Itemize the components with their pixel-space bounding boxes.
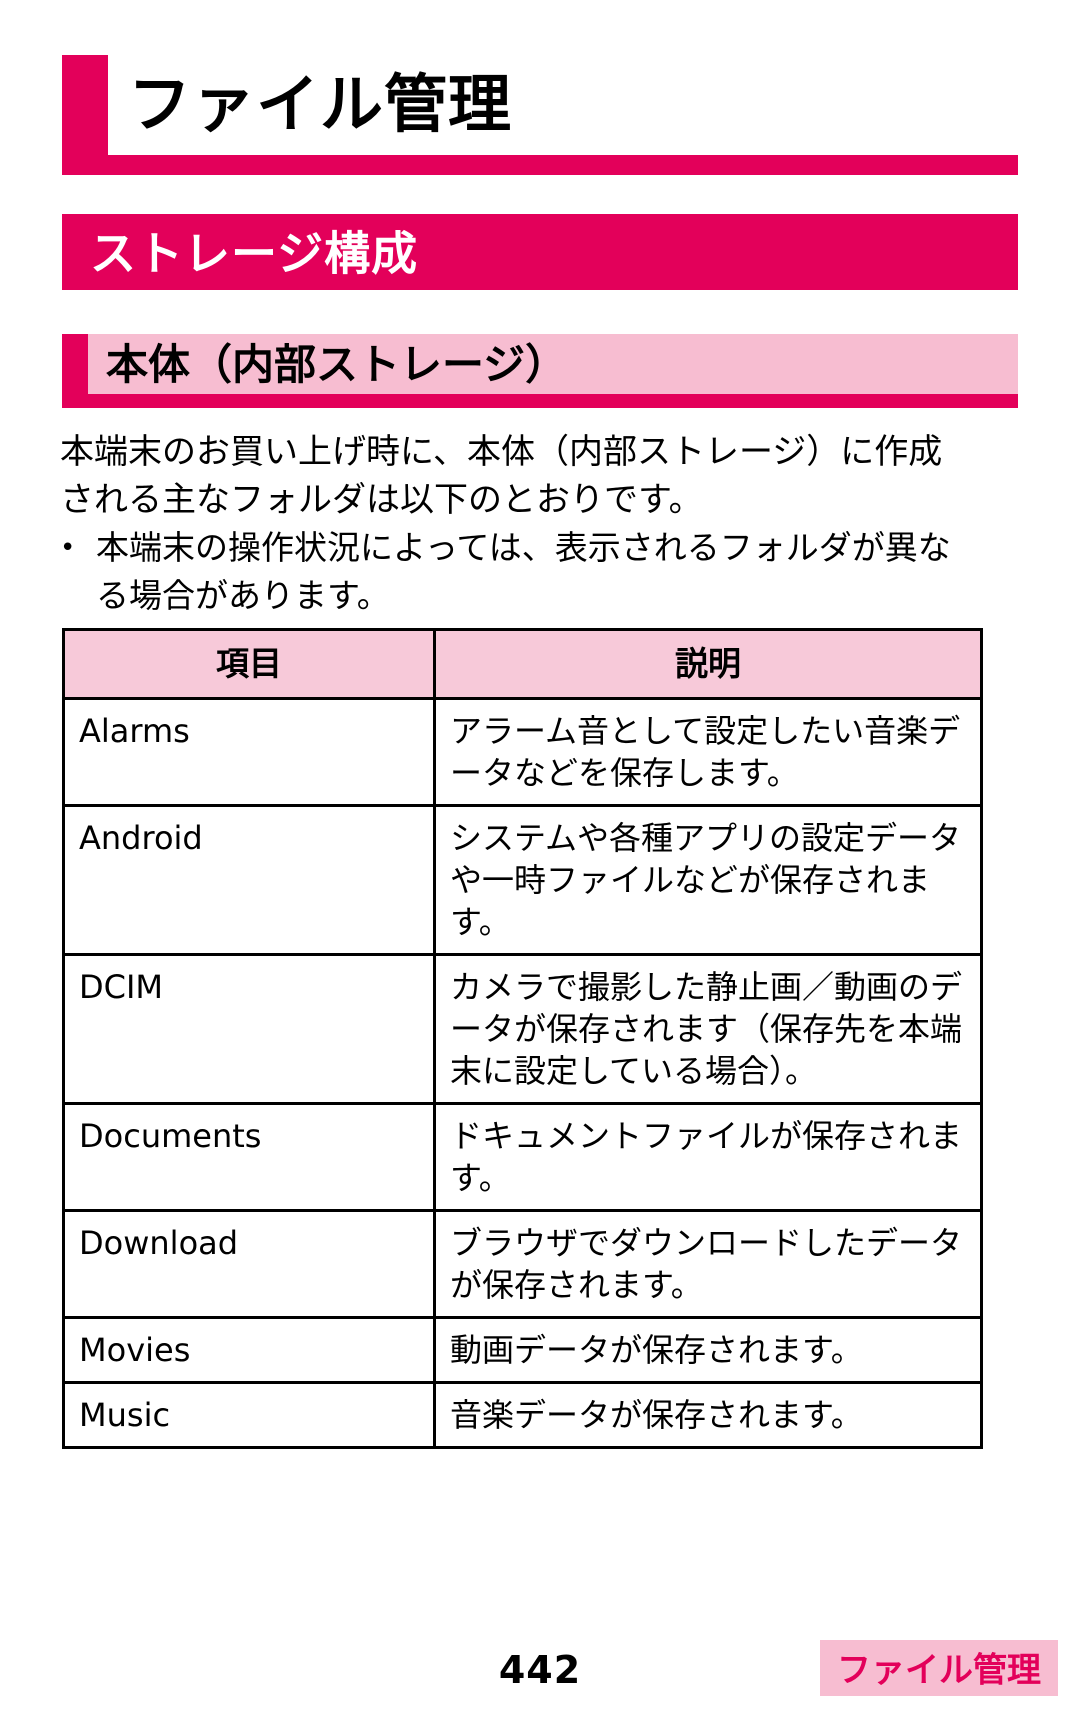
table-row: Android システムや各種アプリの設定データや一時ファイルなどが保存されます… xyxy=(62,804,983,956)
cell-description: 音楽データが保存されます。 xyxy=(433,1381,983,1449)
cell-item: Android xyxy=(62,804,436,956)
subsection-accent-tab xyxy=(62,334,88,408)
subsection-heading-label: 本体（内部ストレージ） xyxy=(106,340,568,389)
chapter-title: ファイル管理 xyxy=(128,68,512,141)
folder-table: 項目 説明 Alarms アラーム音として設定したい音楽データなどを保存します。… xyxy=(62,628,983,1449)
column-header-description: 説明 xyxy=(433,628,983,700)
manual-page: ファイル管理 ストレージ構成 本体（内部ストレージ） 本端末のお買い上げ時に、本… xyxy=(0,0,1080,1733)
chapter-bracket-horizontal xyxy=(62,155,1018,175)
cell-description: ブラウザでダウンロードしたデータが保存されます。 xyxy=(433,1209,983,1319)
cell-item: Download xyxy=(62,1209,436,1319)
list-item: • 本端末の操作状況によっては、表示されるフォルダが異なる場合があります。 xyxy=(60,524,960,620)
cell-description: 動画データが保存されます。 xyxy=(433,1316,983,1384)
table-header: 項目 説明 xyxy=(62,628,983,700)
table-row: Documents ドキュメントファイルが保存されます。 xyxy=(62,1102,983,1212)
cell-description: システムや各種アプリの設定データや一時ファイルなどが保存されます。 xyxy=(433,804,983,956)
subsection-heading: 本体（内部ストレージ） xyxy=(62,334,1018,408)
cell-item: DCIM xyxy=(62,953,436,1105)
table-row: Alarms アラーム音として設定したい音楽データなどを保存します。 xyxy=(62,697,983,807)
table-body: Alarms アラーム音として設定したい音楽データなどを保存します。 Andro… xyxy=(62,697,983,1449)
subsection-underline xyxy=(88,394,1018,408)
bullet-icon: • xyxy=(60,533,76,563)
table-row: Music 音楽データが保存されます。 xyxy=(62,1381,983,1449)
table-header-row: 項目 説明 xyxy=(62,628,983,700)
section-heading: ストレージ構成 xyxy=(62,214,1018,290)
cell-description: カメラで撮影した静止画／動画のデータが保存されます（保存先を本端末に設定している… xyxy=(433,953,983,1105)
cell-item: Movies xyxy=(62,1316,436,1384)
cell-item: Music xyxy=(62,1381,436,1449)
chapter-header: ファイル管理 xyxy=(62,55,1018,175)
table-row: DCIM カメラで撮影した静止画／動画のデータが保存されます（保存先を本端末に設… xyxy=(62,953,983,1105)
column-header-item: 項目 xyxy=(62,628,436,700)
note-list: • 本端末の操作状況によっては、表示されるフォルダが異なる場合があります。 xyxy=(60,524,960,620)
table-row: Movies 動画データが保存されます。 xyxy=(62,1316,983,1384)
footer-chapter-tab: ファイル管理 xyxy=(820,1640,1058,1696)
table-row: Download ブラウザでダウンロードしたデータが保存されます。 xyxy=(62,1209,983,1319)
cell-description: ドキュメントファイルが保存されます。 xyxy=(433,1102,983,1212)
section-heading-label: ストレージ構成 xyxy=(90,226,419,281)
cell-item: Documents xyxy=(62,1102,436,1212)
note-text: 本端末の操作状況によっては、表示されるフォルダが異なる場合があります。 xyxy=(96,528,951,615)
cell-description: アラーム音として設定したい音楽データなどを保存します。 xyxy=(433,697,983,807)
footer-chapter-tab-label: ファイル管理 xyxy=(837,1650,1041,1691)
cell-item: Alarms xyxy=(62,697,436,807)
intro-paragraph: 本端末のお買い上げ時に、本体（内部ストレージ）に作成される主なフォルダは以下のと… xyxy=(60,432,943,520)
